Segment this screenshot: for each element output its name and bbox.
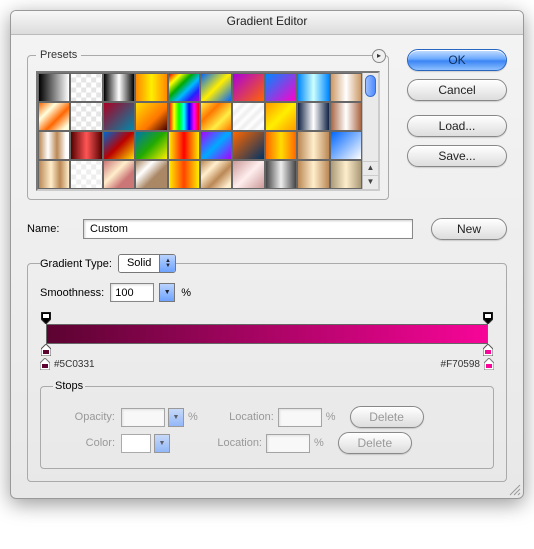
preset-swatch[interactable] <box>330 73 362 102</box>
preset-swatch[interactable] <box>103 160 135 189</box>
preset-swatch[interactable] <box>38 102 70 131</box>
opacity-stop-right[interactable] <box>483 312 493 324</box>
preset-swatch[interactable] <box>168 102 200 131</box>
preset-swatch[interactable] <box>103 73 135 102</box>
ok-button[interactable]: OK <box>407 49 507 71</box>
preset-swatch[interactable] <box>265 131 297 160</box>
preset-swatch[interactable] <box>265 160 297 189</box>
preset-swatch[interactable] <box>70 102 102 131</box>
color-dropdown[interactable]: ▼ <box>154 434 170 453</box>
delete-opacity-stop-button[interactable]: Delete <box>350 406 424 428</box>
window-title: Gradient Editor <box>11 11 523 35</box>
preset-swatch[interactable] <box>135 160 167 189</box>
preset-swatch[interactable] <box>135 102 167 131</box>
presets-flyout-icon[interactable]: ▸ <box>372 49 386 63</box>
preset-swatch[interactable] <box>200 102 232 131</box>
preset-swatch[interactable] <box>103 102 135 131</box>
preset-swatch[interactable] <box>103 131 135 160</box>
preset-swatch[interactable] <box>232 73 264 102</box>
color-swatch-left-icon <box>40 358 50 370</box>
gradient-type-group: Gradient Type: Solid ▲▼ Smoothness: ▼ % <box>27 254 507 482</box>
name-input[interactable] <box>83 219 413 239</box>
delete-color-stop-button[interactable]: Delete <box>338 432 412 454</box>
preset-swatch[interactable] <box>297 131 329 160</box>
cancel-button[interactable]: Cancel <box>407 79 507 101</box>
scroll-up-icon[interactable]: ▲ <box>363 161 378 175</box>
preset-swatch[interactable] <box>200 131 232 160</box>
opacity-location-input[interactable] <box>278 408 322 427</box>
new-button[interactable]: New <box>431 218 507 240</box>
preset-swatch[interactable] <box>265 73 297 102</box>
presets-legend: Presets <box>36 49 81 61</box>
load-button[interactable]: Load... <box>407 115 507 137</box>
opacity-dropdown[interactable]: ▼ <box>168 408 184 427</box>
gradient-track[interactable] <box>40 312 494 356</box>
preset-swatch[interactable] <box>330 160 362 189</box>
preset-swatch[interactable] <box>330 131 362 160</box>
preset-swatch[interactable] <box>232 102 264 131</box>
preset-swatch[interactable] <box>297 160 329 189</box>
preset-swatch[interactable] <box>265 102 297 131</box>
color-label: Color: <box>53 437 115 449</box>
preset-swatch[interactable] <box>232 160 264 189</box>
gradient-type-select[interactable]: Solid ▲▼ <box>118 254 176 273</box>
preset-swatch[interactable] <box>70 160 102 189</box>
preset-swatch[interactable] <box>70 131 102 160</box>
preset-swatch[interactable] <box>168 160 200 189</box>
opacity-input[interactable] <box>121 408 165 427</box>
gradient-preview <box>46 324 488 344</box>
preset-grid <box>38 73 362 189</box>
preset-swatch[interactable] <box>38 131 70 160</box>
updown-icon: ▲▼ <box>159 255 175 272</box>
preset-scrollbar[interactable]: ▲ ▼ <box>362 73 378 189</box>
preset-swatch[interactable] <box>135 131 167 160</box>
preset-swatch[interactable] <box>70 73 102 102</box>
scroll-down-icon[interactable]: ▼ <box>363 175 378 189</box>
scroll-thumb[interactable] <box>365 75 376 97</box>
preset-swatch[interactable] <box>38 160 70 189</box>
gradient-type-label: Gradient Type: <box>40 258 112 270</box>
name-label: Name: <box>27 223 75 235</box>
color-stop-left-value: #5C0331 <box>54 359 95 370</box>
preset-swatch[interactable] <box>38 73 70 102</box>
preset-swatch[interactable] <box>200 160 232 189</box>
dialog-buttons: OK Cancel Load... Save... <box>407 49 507 167</box>
preset-swatch[interactable] <box>330 102 362 131</box>
color-swatch-right-icon <box>484 358 494 370</box>
smoothness-dropdown[interactable]: ▼ <box>159 283 175 302</box>
color-stop-right-value: #F70598 <box>441 359 480 370</box>
color-stop-right[interactable] <box>483 344 493 356</box>
opacity-stop-left[interactable] <box>41 312 51 324</box>
scroll-track[interactable] <box>363 73 378 161</box>
preset-swatch[interactable] <box>297 73 329 102</box>
preset-swatch[interactable] <box>135 73 167 102</box>
opacity-label: Opacity: <box>53 411 115 423</box>
presets-group: Presets ▸ ▲ ▼ <box>27 49 389 200</box>
color-location-input[interactable] <box>266 434 310 453</box>
preset-swatch[interactable] <box>232 131 264 160</box>
preset-swatch[interactable] <box>297 102 329 131</box>
smoothness-input[interactable] <box>110 283 154 302</box>
preset-swatch[interactable] <box>168 73 200 102</box>
resize-grip-icon[interactable] <box>507 482 521 496</box>
smoothness-label: Smoothness: <box>40 287 104 299</box>
location-label: Location: <box>212 411 274 423</box>
color-stop-left[interactable] <box>41 344 51 356</box>
preset-swatch[interactable] <box>168 131 200 160</box>
percent-label: % <box>181 287 191 299</box>
stops-group: Stops Opacity: ▼ % Location: % Delete Co… <box>40 380 494 469</box>
color-swatch-input[interactable] <box>121 434 151 453</box>
gradient-editor-dialog: Gradient Editor Presets ▸ ▲ ▼ <box>10 10 524 499</box>
location-label-2: Location: <box>200 437 262 449</box>
preset-swatch[interactable] <box>200 73 232 102</box>
save-button[interactable]: Save... <box>407 145 507 167</box>
stops-legend: Stops <box>53 380 85 392</box>
